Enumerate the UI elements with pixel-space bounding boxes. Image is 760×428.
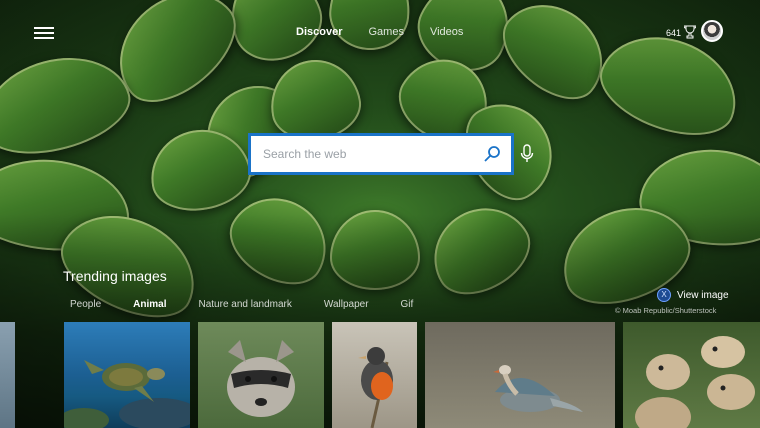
category-tabs: People Animal Nature and landmark Wallpa… bbox=[70, 299, 445, 310]
category-animal[interactable]: Animal bbox=[133, 299, 166, 310]
category-gif[interactable]: Gif bbox=[401, 299, 414, 310]
view-image-label: View image bbox=[677, 289, 729, 301]
image-credit: © Moab Republic/Shutterstock bbox=[615, 306, 717, 315]
search-icon[interactable] bbox=[483, 145, 501, 163]
hamburger-menu-icon[interactable] bbox=[34, 24, 54, 40]
thumbnail-prairie-dogs[interactable] bbox=[623, 322, 760, 428]
thumbnail-raccoon[interactable] bbox=[198, 322, 324, 428]
search-box bbox=[248, 133, 514, 175]
rewards-points[interactable]: 641 bbox=[666, 28, 681, 38]
top-nav: Discover Games Videos bbox=[296, 26, 489, 38]
trophy-icon[interactable] bbox=[684, 25, 696, 39]
tab-videos[interactable]: Videos bbox=[430, 26, 463, 38]
microphone-icon[interactable] bbox=[520, 144, 534, 164]
tab-games[interactable]: Games bbox=[368, 26, 403, 38]
search-input[interactable] bbox=[251, 136, 483, 172]
thumbnail-bird[interactable] bbox=[332, 322, 417, 428]
tab-discover[interactable]: Discover bbox=[296, 26, 342, 38]
view-image-button[interactable]: X View image bbox=[657, 288, 729, 302]
thumbnail-partial[interactable] bbox=[0, 322, 15, 428]
category-nature[interactable]: Nature and landmark bbox=[198, 299, 291, 310]
category-wallpaper[interactable]: Wallpaper bbox=[324, 299, 369, 310]
trending-title: Trending images bbox=[63, 268, 167, 284]
category-people[interactable]: People bbox=[70, 299, 101, 310]
thumbnail-turtle[interactable] bbox=[64, 322, 190, 428]
x-button-icon: X bbox=[657, 288, 671, 302]
thumbnail-goose[interactable] bbox=[425, 322, 615, 428]
avatar[interactable] bbox=[701, 20, 723, 42]
